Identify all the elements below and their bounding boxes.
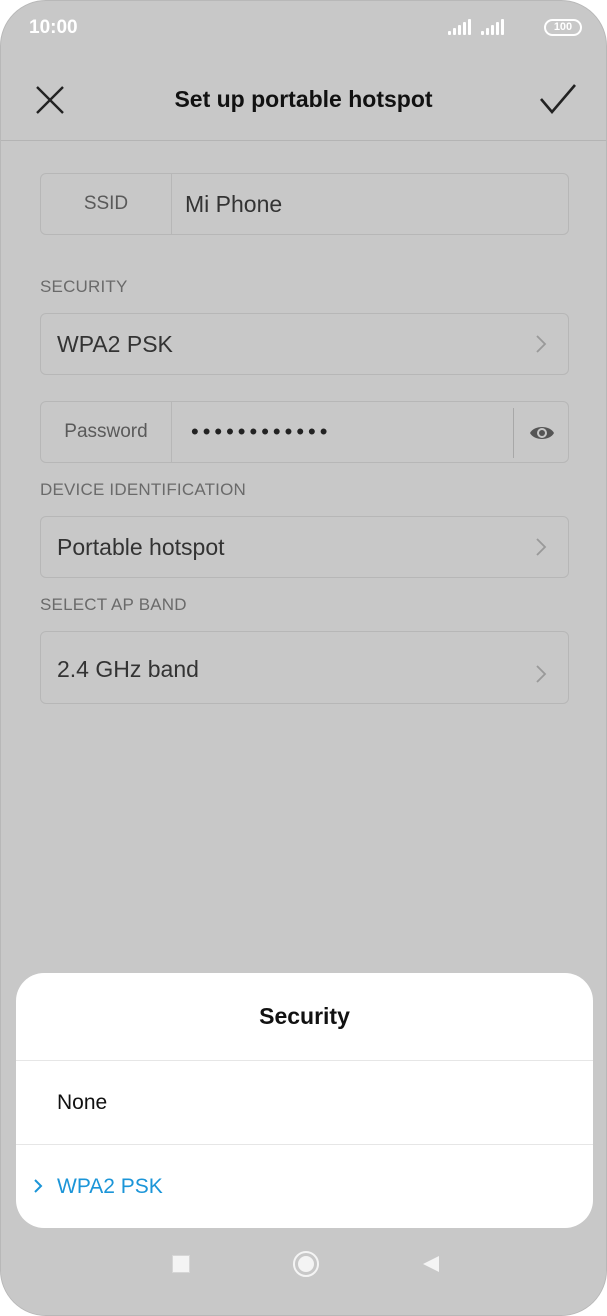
chevron-right-icon [34, 1179, 43, 1193]
page-title: Set up portable hotspot [174, 86, 433, 112]
signal-icon [481, 19, 505, 35]
triangle-back-icon[interactable] [421, 1254, 441, 1274]
confirm-button[interactable] [535, 79, 581, 119]
chevron-right-icon [536, 665, 547, 683]
security-section-label: SECURITY [40, 277, 128, 296]
ap-band-row[interactable]: 2.4 GHz band [40, 631, 569, 704]
band-section-label: SELECT AP BAND [40, 595, 187, 614]
square-icon[interactable] [172, 1255, 190, 1273]
security-sheet: Security None WPA2 PSK [16, 973, 593, 1228]
ssid-input[interactable]: Mi Phone [185, 174, 282, 234]
security-option-wpa2-psk[interactable]: WPA2 PSK [16, 1145, 593, 1228]
band-value: 2.4 GHz band [57, 655, 199, 682]
battery-indicator: 100 [544, 19, 582, 36]
security-row[interactable]: WPA2 PSK [40, 313, 569, 375]
check-icon [540, 84, 576, 115]
password-field[interactable]: Password •••••••••••• [40, 401, 569, 463]
password-label: Password [41, 402, 172, 462]
eye-icon[interactable] [529, 421, 555, 445]
status-time: 10:00 [29, 17, 78, 38]
navigation-bar [1, 1241, 606, 1315]
ssid-field[interactable]: SSID Mi Phone [40, 173, 569, 235]
device-identification-row[interactable]: Portable hotspot [40, 516, 569, 578]
divider [513, 408, 514, 458]
status-bar: 10:00 100 [1, 1, 606, 57]
sheet-title: Security [16, 973, 593, 1061]
circle-icon[interactable] [293, 1251, 319, 1277]
ssid-label: SSID [41, 174, 172, 234]
device-value: Portable hotspot [57, 533, 225, 560]
phone-screen: 10:00 100 Set up portable hotspot SSID M… [0, 0, 607, 1316]
option-label: None [57, 1090, 108, 1114]
security-option-none[interactable]: None [16, 1061, 593, 1145]
password-input[interactable]: •••••••••••• [191, 402, 331, 462]
header: Set up portable hotspot [1, 57, 606, 141]
chevron-right-icon [536, 335, 547, 353]
option-label: WPA2 PSK [57, 1175, 163, 1198]
chevron-right-icon [536, 538, 547, 556]
device-section-label: DEVICE IDENTIFICATION [40, 480, 247, 499]
security-value: WPA2 PSK [57, 330, 173, 357]
signal-icon [448, 19, 472, 35]
